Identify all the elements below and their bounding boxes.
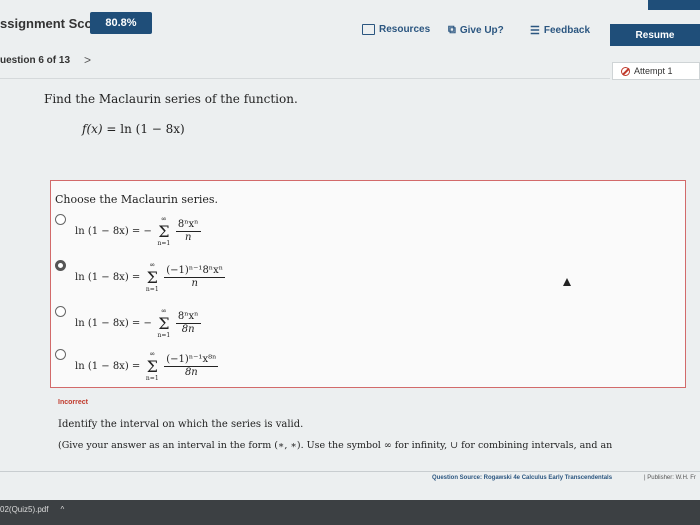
divider xyxy=(0,78,610,79)
option-4[interactable]: ln (1 − 8x) = Σ ∞ n=1 (−1)ⁿ⁻¹x⁸ⁿ 8n xyxy=(75,349,219,382)
download-bar xyxy=(0,500,700,525)
option-1-fraction: 8ⁿxⁿ n xyxy=(175,219,201,243)
no-entry-icon xyxy=(621,66,630,76)
resources-label: Resources xyxy=(379,24,431,35)
footer-divider xyxy=(0,471,700,472)
resources-icon xyxy=(362,24,375,35)
score-badge: 80.8% xyxy=(90,12,152,34)
choices-panel: Choose the Maclaurin series. ln (1 − 8x)… xyxy=(50,180,686,388)
question-source-link[interactable]: Question Source: Rogawski 4e Calculus Ea… xyxy=(432,475,612,481)
give-up-icon: ⧉ xyxy=(448,24,456,36)
resume-button[interactable]: Resume xyxy=(610,24,700,46)
give-up-label: Give Up? xyxy=(459,25,504,36)
option-3-fraction: 8ⁿxⁿ 8n xyxy=(175,311,201,335)
publisher-text: | Publisher: W.H. Fr xyxy=(644,475,696,481)
attempt-indicator[interactable]: Attempt 1 xyxy=(612,62,700,80)
status-incorrect: Incorrect xyxy=(58,399,88,406)
interval-prompt: Identify the interval on which the serie… xyxy=(58,419,304,430)
download-item[interactable]: 02(Quiz5).pdf ^ xyxy=(0,505,64,514)
choices-title: Choose the Maclaurin series. xyxy=(55,193,218,206)
function-lhs: f(x) xyxy=(82,122,103,136)
option-2-radio[interactable] xyxy=(55,260,66,271)
feedback-label: Feedback xyxy=(543,25,591,36)
function-expression: f(x) = ln (1 − 8x) xyxy=(82,122,185,136)
option-4-sigma: Σ ∞ n=1 xyxy=(145,349,159,382)
interval-instructions: (Give your answer as an interval in the … xyxy=(58,440,613,451)
option-3-lhs: ln (1 − 8x) = − xyxy=(75,318,152,329)
option-3-sigma: Σ ∞ n=1 xyxy=(157,306,171,339)
attempt-label: Attempt 1 xyxy=(634,66,673,76)
option-4-fraction: (−1)ⁿ⁻¹x⁸ⁿ 8n xyxy=(164,354,219,378)
next-question-chevron-icon[interactable]: > xyxy=(84,53,91,67)
option-1-radio[interactable] xyxy=(55,214,66,225)
option-4-radio[interactable] xyxy=(55,349,66,360)
question-content: Find the Maclaurin series of the functio… xyxy=(0,82,700,462)
top-bar: ssignment Score: 80.8% Resources ⧉ Give … xyxy=(0,0,700,50)
mouse-cursor-icon xyxy=(563,278,571,286)
browser-viewport: ssignment Score: 80.8% Resources ⧉ Give … xyxy=(0,0,700,500)
feedback-link[interactable]: ☰ Feedback xyxy=(530,24,590,37)
option-1-lhs: ln (1 − 8x) = − xyxy=(75,226,152,237)
option-1[interactable]: ln (1 − 8x) = − Σ ∞ n=1 8ⁿxⁿ n xyxy=(75,214,201,247)
option-3[interactable]: ln (1 − 8x) = − Σ ∞ n=1 8ⁿxⁿ 8n xyxy=(75,306,201,339)
download-caret-icon[interactable]: ^ xyxy=(60,505,64,514)
function-rhs: = ln (1 − 8x) xyxy=(102,122,185,136)
option-3-radio[interactable] xyxy=(55,306,66,317)
option-2-lhs: ln (1 − 8x) = xyxy=(75,272,141,283)
question-prompt: Find the Maclaurin series of the functio… xyxy=(44,92,298,106)
give-up-link[interactable]: ⧉ Give Up? xyxy=(448,24,504,37)
option-2-fraction: (−1)ⁿ⁻¹8ⁿxⁿ n xyxy=(164,265,226,289)
download-filename: 02(Quiz5).pdf xyxy=(0,505,49,514)
option-4-lhs: ln (1 − 8x) = xyxy=(75,361,141,372)
option-1-sigma: Σ ∞ n=1 xyxy=(157,214,171,247)
resources-link[interactable]: Resources xyxy=(362,24,430,35)
option-2[interactable]: ln (1 − 8x) = Σ ∞ n=1 (−1)ⁿ⁻¹8ⁿxⁿ n xyxy=(75,260,226,293)
feedback-icon: ☰ xyxy=(530,25,540,37)
option-2-sigma: Σ ∞ n=1 xyxy=(145,260,159,293)
question-counter: uestion 6 of 13 xyxy=(0,55,71,66)
